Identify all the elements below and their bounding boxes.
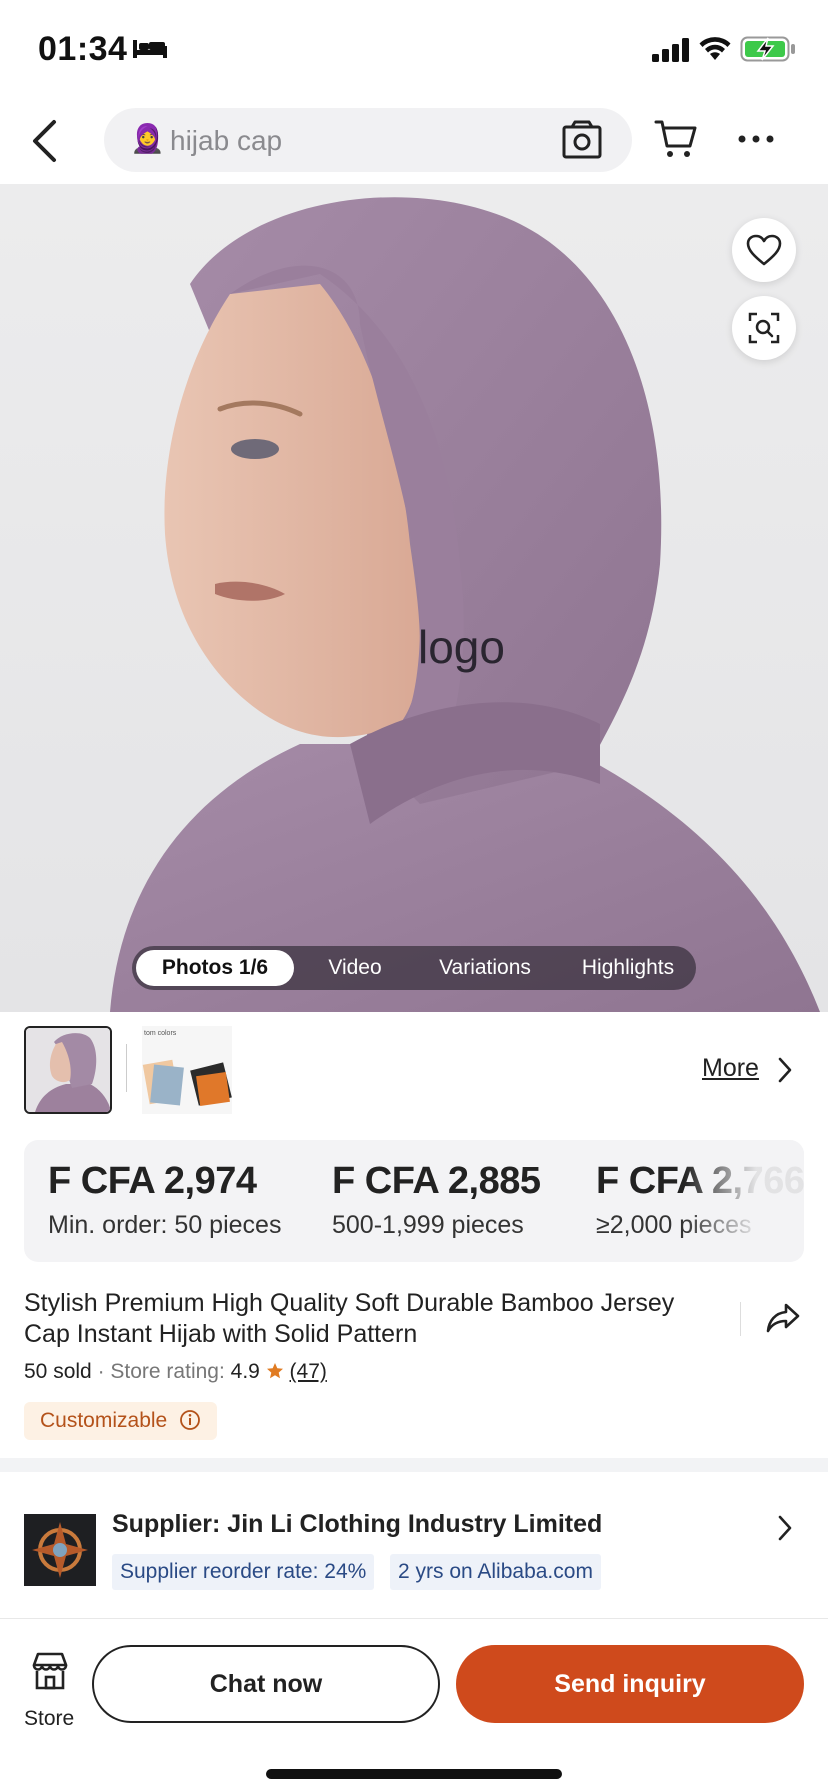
supplier-chevron-icon[interactable] (776, 1514, 794, 1542)
store-rating-value: 4.9 (230, 1360, 260, 1383)
hijab-emoji-icon: 🧕 (130, 123, 165, 154)
visual-search-button[interactable] (732, 296, 796, 360)
logo-print-text: logo (418, 621, 505, 673)
home-indicator (266, 1769, 562, 1779)
review-count-link[interactable]: (47) (290, 1360, 327, 1383)
chat-now-button[interactable]: Chat now (92, 1645, 440, 1723)
sleep-mode-icon (133, 40, 167, 58)
supplier-company: Jin Li Clothing Industry Limited (227, 1510, 603, 1538)
info-icon (180, 1410, 200, 1430)
tab-photos[interactable]: Photos 1/6 (136, 950, 294, 986)
years-on-platform-chip: 2 yrs on Alibaba.com (390, 1554, 601, 1590)
tab-video[interactable]: Video (300, 946, 410, 990)
bottom-action-bar: Store Chat now Send inquiry (0, 1618, 828, 1792)
color-swatches-image (142, 1059, 232, 1106)
image-search-icon (748, 312, 780, 344)
thumbnail-hijab-image (26, 1028, 110, 1112)
tier-price: F CFA 2,885 (332, 1160, 541, 1202)
more-images-link[interactable]: More (702, 1054, 759, 1083)
supplier-emblem-image (24, 1514, 96, 1586)
price-scroll-fade (684, 1140, 804, 1262)
media-tabs: Photos 1/6 Video Variations Highlights (132, 946, 696, 990)
share-icon[interactable] (766, 1302, 800, 1334)
tab-highlights[interactable]: Highlights (560, 946, 696, 990)
search-bar[interactable]: 🧕 hijab cap (104, 108, 632, 172)
status-time: 01:34 (38, 30, 128, 68)
store-icon[interactable] (30, 1651, 70, 1691)
signal-icon (652, 38, 689, 62)
store-button-label[interactable]: Store (24, 1707, 74, 1731)
tier-quantity: Min. order: 50 pieces (48, 1211, 282, 1239)
camera-search-icon[interactable] (562, 120, 602, 160)
sold-count: 50 sold (24, 1360, 92, 1383)
cart-icon[interactable] (654, 116, 698, 160)
section-divider (0, 1458, 828, 1472)
meta-separator: · (97, 1360, 105, 1383)
favorite-button[interactable] (732, 218, 796, 282)
customizable-label: Customizable (40, 1409, 168, 1432)
battery-charging-icon (740, 36, 795, 62)
top-navigation-bar: 🧕 hijab cap (0, 100, 828, 184)
more-options-icon[interactable] (738, 134, 774, 144)
thumbnail-1[interactable] (24, 1026, 112, 1114)
customizable-badge[interactable]: Customizable (24, 1402, 218, 1440)
store-rating-label: Store rating: (110, 1360, 225, 1383)
price-tier-2: F CFA 2,885 500-1,999 pieces (332, 1160, 541, 1240)
product-photo (110, 197, 820, 1012)
product-meta: 50 sold · Store rating: 4.9 (47) (24, 1360, 327, 1384)
tier-quantity: 500-1,999 pieces (332, 1211, 524, 1239)
search-input-value[interactable]: hijab cap (170, 125, 282, 157)
product-image-gallery[interactable]: logo Photos 1/6 Video Variations Highlig… (0, 184, 828, 1012)
thumbnail-divider (126, 1044, 127, 1092)
heart-icon (746, 234, 782, 266)
chevron-left-icon[interactable] (28, 118, 62, 164)
supplier-label: Supplier: (112, 1510, 221, 1538)
thumbnail-2[interactable]: tom colors (142, 1026, 232, 1114)
price-tier-1: F CFA 2,974 Min. order: 50 pieces (48, 1160, 281, 1240)
send-inquiry-button[interactable]: Send inquiry (456, 1645, 804, 1723)
supplier-name[interactable]: Supplier: Jin Li Clothing Industry Limit… (112, 1510, 602, 1539)
tab-variations[interactable]: Variations (410, 946, 560, 990)
price-tiers: F CFA 2,974 Min. order: 50 pieces F CFA … (24, 1140, 804, 1262)
status-bar: 01:34 (0, 0, 828, 100)
chevron-right-icon[interactable] (776, 1056, 794, 1084)
tier-price: F CFA 2,974 (48, 1160, 257, 1202)
star-icon (266, 1363, 283, 1379)
reorder-rate-chip: Supplier reorder rate: 24% (112, 1554, 375, 1590)
wifi-icon (699, 37, 731, 60)
supplier-logo[interactable] (24, 1514, 96, 1586)
share-divider (740, 1302, 741, 1336)
product-title: Stylish Premium High Quality Soft Durabl… (24, 1289, 675, 1348)
